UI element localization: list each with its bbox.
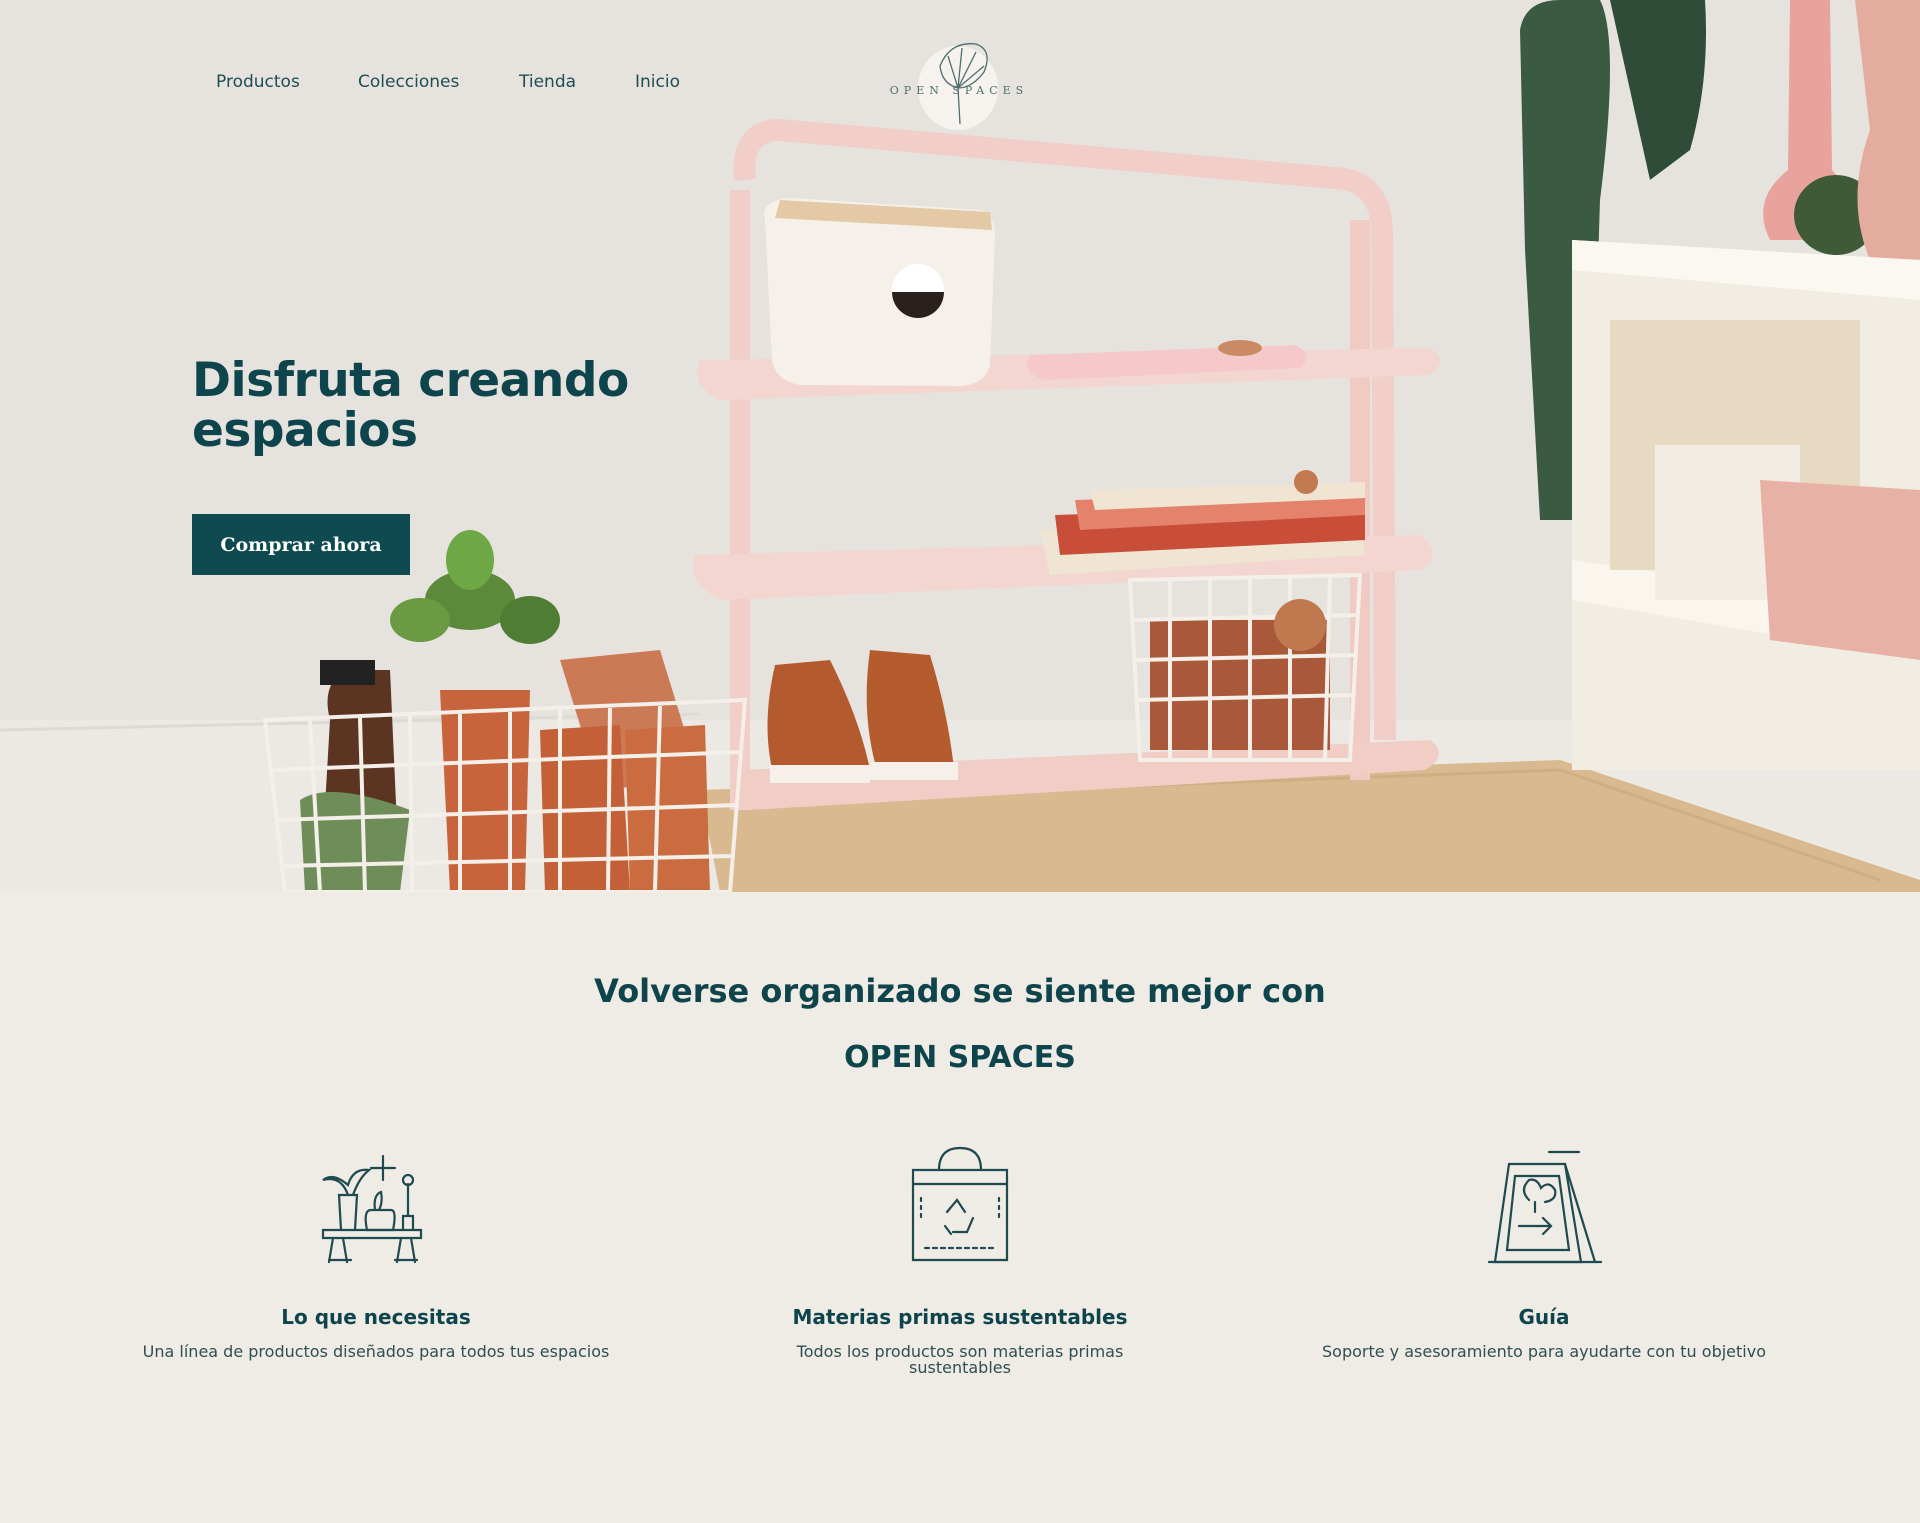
- brand-logo[interactable]: OPEN SPACES: [888, 36, 1030, 132]
- nav-link-inicio[interactable]: Inicio: [635, 72, 680, 92]
- section-headline: Volverse organizado se siente mejor con: [594, 972, 1326, 1010]
- shop-now-button[interactable]: Comprar ahora: [192, 514, 410, 575]
- hero-title: Disfruta creando espacios: [192, 353, 629, 458]
- nav-link-productos[interactable]: Productos: [216, 72, 300, 92]
- hero-section: Productos Colecciones Tienda Inicio OPEN…: [0, 0, 1920, 892]
- feature-card: Lo que necesitas Una línea de productos …: [96, 1140, 656, 1360]
- plants-shelf-icon: [321, 1154, 423, 1264]
- signboard-icon: [1487, 1150, 1603, 1264]
- feature-title: Materias primas sustentables: [792, 1305, 1128, 1329]
- nav-link-tienda[interactable]: Tienda: [519, 72, 576, 92]
- nav-link-colecciones[interactable]: Colecciones: [358, 72, 459, 92]
- feature-card: Guía Soporte y asesoramiento para ayudar…: [1264, 1140, 1824, 1360]
- logo-text: OPEN SPACES: [889, 84, 1029, 97]
- feature-card: Materias primas sustentables Todos los p…: [680, 1140, 1240, 1376]
- section-brand: OPEN SPACES: [844, 1040, 1076, 1075]
- feature-text: Una línea de productos diseñados para to…: [142, 1342, 610, 1361]
- recycle-bag-icon: [911, 1146, 1009, 1262]
- feature-title: Guía: [1518, 1305, 1570, 1329]
- feature-text: Todos los productos son materias primas …: [796, 1342, 1124, 1377]
- feature-title: Lo que necesitas: [281, 1305, 471, 1329]
- feature-text: Soporte y asesoramiento para ayudarte co…: [1322, 1342, 1766, 1361]
